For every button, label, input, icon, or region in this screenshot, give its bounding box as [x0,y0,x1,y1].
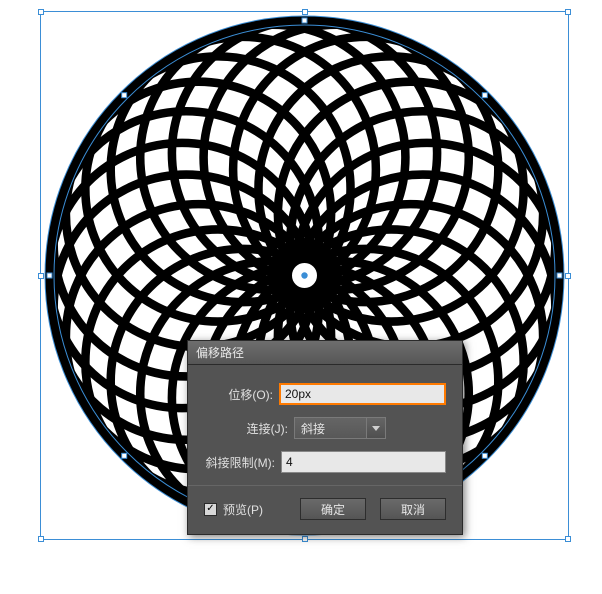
offset-label: 位移(O): [204,386,279,403]
offset-path-dialog: 偏移路径 位移(O): 连接(J): 斜接 斜接限制(M): ✓ 预览(P) 确… [187,340,463,535]
offset-input[interactable] [279,383,446,405]
miterlimit-input[interactable] [281,451,446,473]
join-label: 连接(J): [204,420,294,437]
preview-label: 预览(P) [223,501,263,518]
chevron-down-icon[interactable] [366,417,386,439]
dialog-body: 位移(O): 连接(J): 斜接 斜接限制(M): ✓ 预览(P) 确定 取消 [188,365,462,534]
ok-button[interactable]: 确定 [300,498,366,520]
dialog-titlebar[interactable]: 偏移路径 [188,341,462,365]
preview-checkbox[interactable]: ✓ [204,503,217,516]
dialog-title: 偏移路径 [196,346,244,360]
miterlimit-label: 斜接限制(M): [204,454,281,471]
join-select[interactable]: 斜接 [294,417,386,439]
cancel-button[interactable]: 取消 [380,498,446,520]
divider [188,485,462,486]
join-select-value: 斜接 [294,417,366,439]
